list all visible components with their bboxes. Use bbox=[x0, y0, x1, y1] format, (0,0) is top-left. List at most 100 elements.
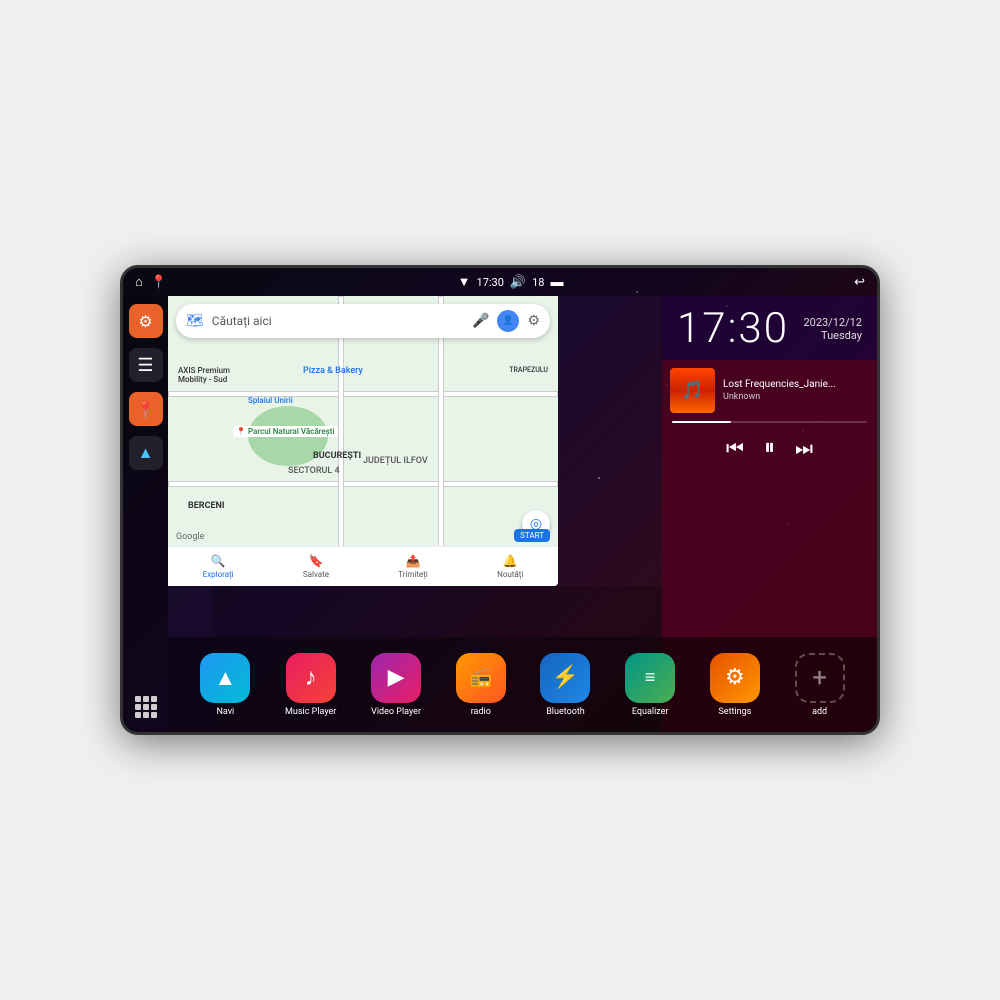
screen: ⌂ 📍 ▼ 17:30 🔊 18 ▬ ↩ ⚙ ☰ bbox=[123, 268, 877, 732]
apps-grid-icon bbox=[135, 696, 157, 718]
album-art: 🎵 bbox=[670, 368, 715, 413]
music-details: Lost Frequencies_Janie... Unknown bbox=[723, 379, 869, 402]
navi-symbol: ▲ bbox=[214, 665, 236, 691]
nav-icon: ▲ bbox=[138, 443, 154, 463]
news-label: Noutăți bbox=[497, 570, 523, 579]
apps-dock: ▲ Navi ♪ Music Player ▶ Video Player 📻 bbox=[168, 637, 877, 732]
map-background: 🗺 Căutați aici 🎤 👤 ⚙ AXIS PremiumMobilit… bbox=[168, 296, 558, 586]
play-icon: ▶ bbox=[388, 665, 405, 690]
send-label: Trimiteți bbox=[398, 570, 428, 579]
music-note-icon: ♪ bbox=[305, 663, 317, 692]
home-icon[interactable]: ⌂ bbox=[135, 274, 143, 290]
app-equalizer[interactable]: ≡ Equalizer bbox=[625, 653, 675, 717]
explore-icon: 🔍 bbox=[211, 554, 226, 568]
music-player-label: Music Player bbox=[285, 707, 336, 717]
bluetooth-icon-bg: ⚡ bbox=[540, 653, 590, 703]
music-info: 🎵 Lost Frequencies_Janie... Unknown bbox=[670, 368, 869, 413]
equalizer-icon-bg: ≡ bbox=[625, 653, 675, 703]
app-bluetooth[interactable]: ⚡ Bluetooth bbox=[540, 653, 590, 717]
explore-label: Explorați bbox=[203, 570, 234, 579]
gear-icon: ⚙ bbox=[725, 665, 745, 690]
start-button[interactable]: START bbox=[514, 529, 550, 542]
bluetooth-label: Bluetooth bbox=[546, 707, 585, 717]
music-progress-fill bbox=[672, 421, 731, 423]
radio-label: radio bbox=[471, 707, 491, 717]
center-spacer bbox=[213, 586, 662, 637]
map-widget[interactable]: 🗺 Căutați aici 🎤 👤 ⚙ AXIS PremiumMobilit… bbox=[168, 296, 558, 586]
status-center: ▼ 17:30 🔊 18 ▬ bbox=[458, 274, 564, 290]
map-nav-explore[interactable]: 🔍 Explorați bbox=[203, 554, 234, 579]
equalizer-label: Equalizer bbox=[632, 707, 669, 717]
label-splaiul: Splaiul Unirii bbox=[248, 396, 293, 405]
map-search-bar[interactable]: 🗺 Căutați aici 🎤 👤 ⚙ bbox=[176, 304, 550, 338]
app-radio[interactable]: 📻 radio bbox=[456, 653, 506, 717]
pause-button[interactable]: ⏸ bbox=[764, 435, 775, 460]
bluetooth-symbol: ⚡ bbox=[552, 665, 579, 690]
saved-icon: 🔖 bbox=[308, 554, 323, 568]
settings-icon-bg: ⚙ bbox=[710, 653, 760, 703]
add-icon-bg: + bbox=[795, 653, 845, 703]
map-bottom-nav: 🔍 Explorați 🔖 Salvate 📤 Trimiteți � bbox=[168, 546, 558, 586]
map-nav-send[interactable]: 📤 Trimiteți bbox=[398, 554, 428, 579]
clock-day: Tuesday bbox=[803, 329, 862, 342]
layers-icon[interactable]: ⚙ bbox=[527, 313, 540, 329]
sidebar-item-settings[interactable]: ⚙ bbox=[129, 304, 163, 338]
mic-icon[interactable]: 🎤 bbox=[472, 313, 489, 329]
news-icon: 🔔 bbox=[503, 554, 518, 568]
settings-icon: ⚙ bbox=[138, 312, 152, 331]
back-icon[interactable]: ↩ bbox=[854, 275, 865, 290]
pin-icon: 📍 bbox=[136, 400, 156, 419]
equalizer-symbol: ≡ bbox=[645, 667, 656, 688]
label-parcul: 📍 Parcul Natural Văcărești bbox=[233, 426, 338, 437]
app-navi[interactable]: ▲ Navi bbox=[200, 653, 250, 717]
settings-label: Settings bbox=[718, 707, 751, 717]
files-icon: ☰ bbox=[137, 355, 153, 376]
label-berceni: BERCENI bbox=[188, 501, 225, 511]
google-logo: Google bbox=[176, 532, 204, 542]
sidebar-item-files[interactable]: ☰ bbox=[129, 348, 163, 382]
saved-label: Salvate bbox=[303, 570, 329, 579]
clock-widget: 17:30 2023/12/12 Tuesday bbox=[662, 296, 877, 360]
app-video-player[interactable]: ▶ Video Player bbox=[371, 653, 421, 717]
label-axis: AXIS PremiumMobility - Sud bbox=[178, 366, 230, 384]
next-button[interactable]: ⏭ bbox=[795, 436, 813, 460]
music-player-icon-bg: ♪ bbox=[286, 653, 336, 703]
music-controls: ⏮ ⏸ ⏭ bbox=[670, 431, 869, 464]
music-progress-bar-container[interactable] bbox=[672, 421, 867, 423]
music-title: Lost Frequencies_Janie... bbox=[723, 379, 869, 390]
maps-status-icon[interactable]: 📍 bbox=[151, 275, 167, 290]
clock-status: 17:30 bbox=[477, 276, 504, 289]
sidebar: ⚙ ☰ 📍 ▲ bbox=[123, 296, 168, 732]
radio-wave-icon: 📻 bbox=[470, 667, 492, 688]
navi-icon: ▲ bbox=[200, 653, 250, 703]
video-player-icon-bg: ▶ bbox=[371, 653, 421, 703]
app-music-player[interactable]: ♪ Music Player bbox=[285, 653, 336, 717]
label-bucuresti: BUCUREȘTI bbox=[313, 451, 361, 461]
user-avatar[interactable]: 👤 bbox=[497, 310, 519, 332]
label-sectorul: SECTORUL 4 bbox=[288, 466, 340, 476]
app-add[interactable]: + add bbox=[795, 653, 845, 717]
avatar-initial: 👤 bbox=[503, 316, 514, 326]
plus-icon: + bbox=[812, 663, 827, 693]
label-pizza: Pizza & Bakery bbox=[303, 366, 363, 376]
battery-icon: ▬ bbox=[550, 274, 563, 290]
radio-icon-bg: 📻 bbox=[456, 653, 506, 703]
label-judet: JUDEȚUL ILFOV bbox=[363, 456, 428, 466]
prev-button[interactable]: ⏮ bbox=[726, 436, 744, 460]
app-settings[interactable]: ⚙ Settings bbox=[710, 653, 760, 717]
sidebar-item-maps[interactable]: 📍 bbox=[129, 392, 163, 426]
add-label: add bbox=[812, 707, 827, 717]
device: ⌂ 📍 ▼ 17:30 🔊 18 ▬ ↩ ⚙ ☰ bbox=[120, 265, 880, 735]
sidebar-item-apps[interactable] bbox=[129, 690, 163, 724]
sidebar-item-navigation[interactable]: ▲ bbox=[129, 436, 163, 470]
video-player-label: Video Player bbox=[371, 707, 421, 717]
map-nav-news[interactable]: 🔔 Noutăți bbox=[497, 554, 523, 579]
map-nav-saved[interactable]: 🔖 Salvate bbox=[303, 554, 329, 579]
clock-date: 2023/12/12 bbox=[803, 316, 862, 329]
battery-num: 18 bbox=[532, 276, 544, 289]
status-right-icons: ↩ bbox=[854, 275, 865, 290]
google-maps-icon: 🗺 bbox=[186, 313, 204, 329]
volume-icon: 🔊 bbox=[510, 275, 526, 290]
search-placeholder[interactable]: Căutați aici bbox=[212, 314, 464, 328]
clock-time: 17:30 bbox=[677, 308, 789, 350]
